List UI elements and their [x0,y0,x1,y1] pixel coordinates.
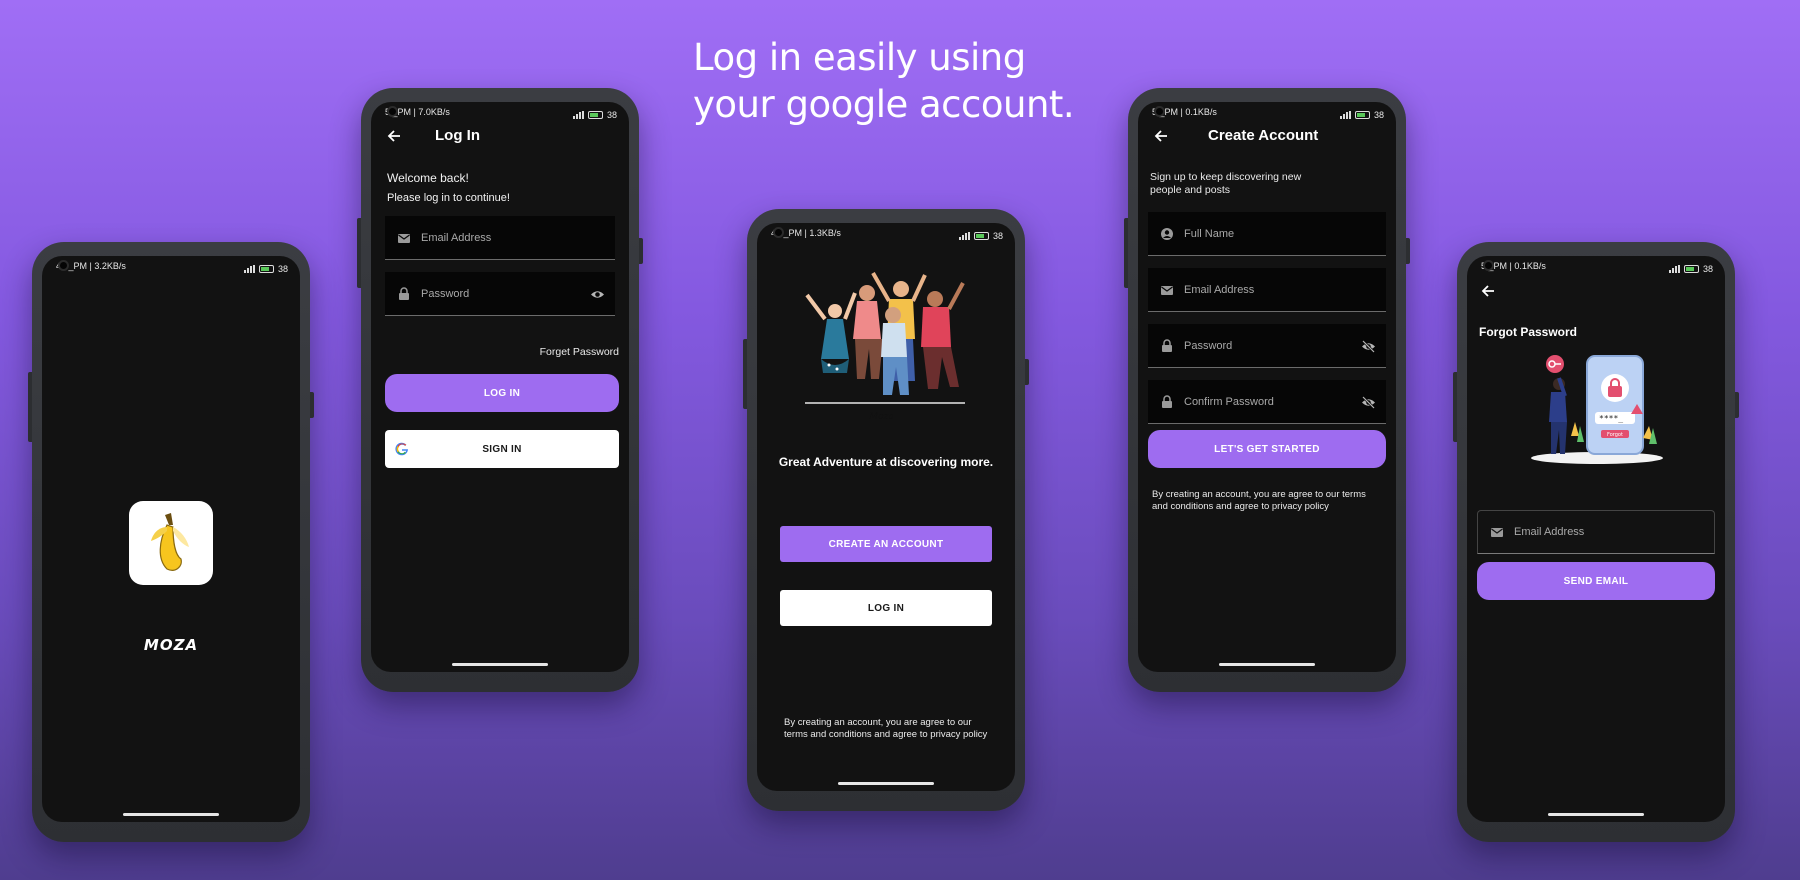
forgot-password-illustration: ****_ Forgot [1531,355,1663,464]
home-indicator[interactable] [1548,813,1644,816]
signal-icon [1668,264,1680,273]
battery-level: 38 [1373,109,1384,120]
welcome-text: Welcome back! [387,171,469,185]
mail-icon [1161,285,1173,295]
home-indicator[interactable] [838,782,934,785]
phone-welcome: 4:5_PM | 1.3KB/s 38 Moza Great Adventure… [743,209,1029,811]
get-started-button[interactable]: LET'S GET STARTED [1148,430,1386,468]
full-name-placeholder: Full Name [1184,227,1235,240]
pin-text: ****_ [1599,414,1623,423]
home-indicator[interactable] [452,663,548,666]
lock-icon [1162,338,1172,352]
phone-forgot: 5:_PM | 0.1KB/s 38 Forgot Password ****_… [1453,242,1739,842]
email-field[interactable]: Email Address [1477,510,1715,554]
signup-screen: 5:_PM | 0.1KB/s 38 Create Account Sign u… [1138,102,1396,672]
user-icon [1161,227,1173,240]
email-field[interactable]: Email Address [385,216,615,260]
send-email-button[interactable]: SEND EMAIL [1477,562,1715,600]
battery-icon [258,264,274,273]
full-name-field[interactable]: Full Name [1148,212,1386,256]
eye-off-icon[interactable] [1361,339,1376,354]
status-icons: 38 [243,261,288,276]
friends-illustration: Moza [805,272,965,422]
email-placeholder: Email Address [1184,283,1255,296]
svg-text:Moza: Moza [868,412,894,422]
forget-password-link[interactable]: Forget Password [540,346,619,358]
phone-signup: 5:_PM | 0.1KB/s 38 Create Account Sign u… [1124,88,1410,692]
forgot-badge-text: Forgot [1607,432,1623,438]
page-title: Forgot Password [1479,325,1578,339]
eye-icon[interactable] [590,287,605,302]
splash-screen: 4:5_PM | 3.2KB/s 38 MOZA [42,256,300,822]
status-bar: 4:5_PM | 1.3KB/s 38 [757,223,1015,243]
mail-icon [398,233,410,243]
forgot-screen: 5:_PM | 0.1KB/s 38 Forgot Password ****_… [1467,256,1725,822]
back-arrow-icon[interactable] [1479,282,1497,300]
lock-icon [1162,394,1172,408]
app-name: MOZA [143,636,199,654]
create-account-button[interactable]: CREATE AN ACCOUNT [780,526,992,562]
welcome-login-button[interactable]: LOG IN [780,590,992,626]
home-indicator[interactable] [123,813,219,816]
battery-icon [973,231,989,240]
signup-subtitle: Sign up to keep discovering new people a… [1150,171,1302,196]
phone-splash: 4:5_PM | 3.2KB/s 38 MOZA [28,242,314,842]
password-placeholder: Password [421,287,470,300]
signal-icon [572,110,584,119]
app-logo [129,501,213,585]
camera-hole [1483,260,1494,271]
page-title: Log In [435,127,480,144]
signal-icon [958,231,970,240]
banana-icon [151,513,189,571]
back-arrow-icon[interactable] [385,127,403,145]
signal-icon [1339,110,1351,119]
camera-hole [387,106,398,117]
google-icon [395,442,408,456]
login-button[interactable]: LOG IN [385,374,619,412]
battery-level: 38 [606,109,617,120]
google-button-label: SIGN IN [482,443,522,455]
status-bar: 5:_PM | 0.1KB/s 38 [1138,102,1396,122]
tagline: Great Adventure at discovering more. [778,455,994,469]
terms-text: By creating an account, you are agree to… [1152,489,1366,512]
status-bar: 5:_PM | 7.0KB/s 38 [371,102,629,122]
email-placeholder: Email Address [421,231,492,244]
password-field[interactable]: Password [1148,324,1386,368]
terms-text: By creating an account, you are agree to… [784,717,988,740]
back-arrow-icon[interactable] [1152,127,1170,145]
phone-login: 5:_PM | 7.0KB/s 38 Log In Welcome back! … [357,88,643,692]
google-signin-button[interactable]: SIGN IN [385,430,619,468]
email-placeholder: Email Address [1514,526,1585,538]
eye-off-icon[interactable] [1361,395,1376,410]
login-prompt: Please log in to continue! [387,192,510,204]
confirm-password-field[interactable]: Confirm Password [1148,380,1386,424]
battery-icon [587,110,603,119]
camera-hole [773,227,784,238]
status-icons: 38 [572,107,617,122]
battery-level: 38 [1702,263,1713,274]
signal-icon [243,264,255,273]
lock-icon [399,286,409,300]
status-icons: 38 [958,228,1003,243]
welcome-screen: 4:5_PM | 1.3KB/s 38 Moza Great Adventure… [757,223,1015,791]
status-icons: 38 [1339,107,1384,122]
mail-icon [1491,528,1503,537]
password-field[interactable]: Password [385,272,615,316]
confirm-password-placeholder: Confirm Password [1184,395,1274,408]
camera-hole [58,260,69,271]
battery-icon [1683,264,1699,273]
status-bar: 5:_PM | 0.1KB/s 38 [1467,256,1725,276]
home-indicator[interactable] [1219,663,1315,666]
headline: Log in easily using your google account. [693,36,1075,126]
battery-level: 38 [992,230,1003,241]
login-screen: 5:_PM | 7.0KB/s 38 Log In Welcome back! … [371,102,629,672]
email-field[interactable]: Email Address [1148,268,1386,312]
status-icons: 38 [1668,261,1713,276]
camera-hole [1154,106,1165,117]
battery-icon [1354,110,1370,119]
battery-level: 38 [277,263,288,274]
page-title: Create Account [1208,127,1319,144]
password-placeholder: Password [1184,339,1233,352]
status-bar: 4:5_PM | 3.2KB/s 38 [42,256,300,276]
